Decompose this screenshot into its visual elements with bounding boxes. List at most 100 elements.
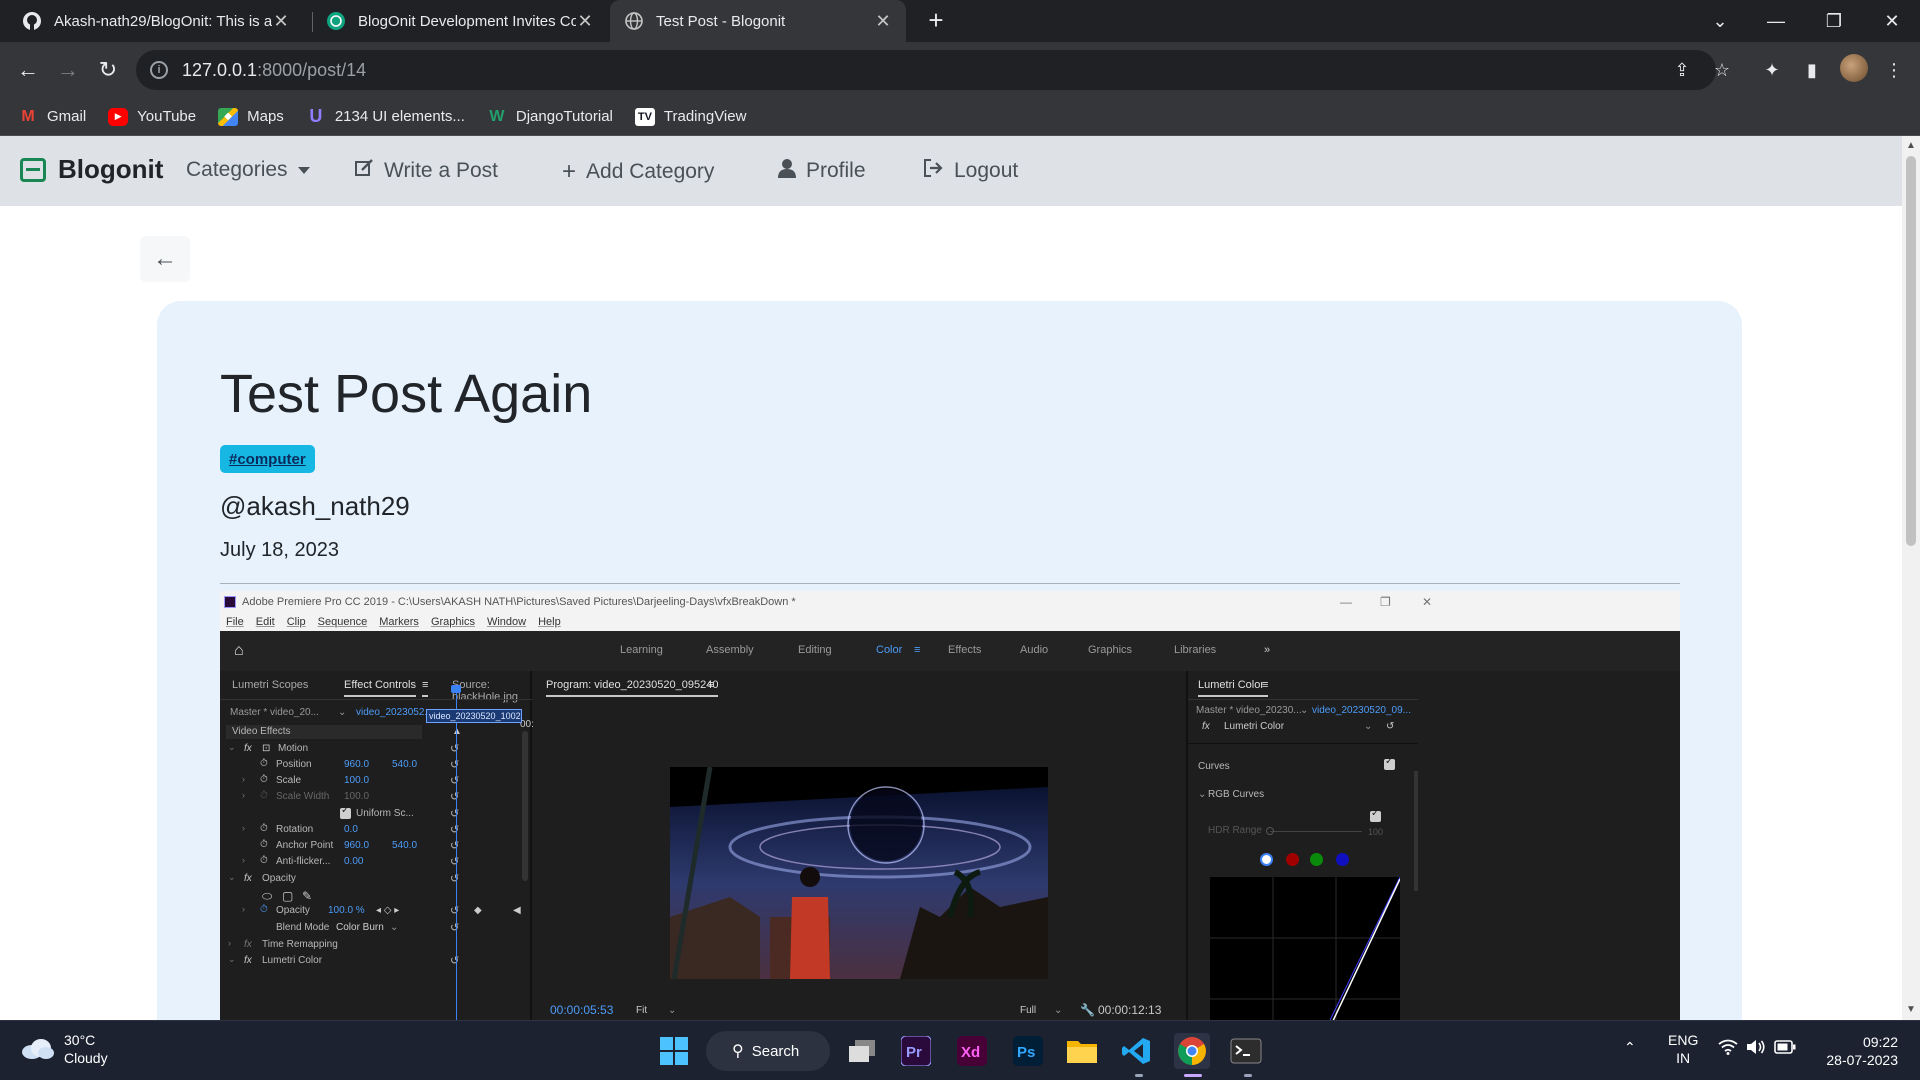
close-window-button[interactable]: ✕ [1864, 0, 1920, 42]
svg-text:Pr: Pr [906, 1044, 922, 1061]
bookmark-gmail[interactable]: M Gmail [18, 108, 86, 126]
adobe-xd-icon[interactable]: Xd [954, 1033, 990, 1069]
post-card: Test Post Again #computer @akash_nath29 … [157, 301, 1742, 1020]
url-text: 127.0.0.1:8000/post/14 [182, 59, 367, 80]
wifi-icon[interactable] [1718, 1039, 1738, 1058]
nav-write-post[interactable]: Write a Post [354, 158, 498, 183]
uiverse-icon: U [309, 106, 323, 126]
back-button[interactable]: ← [140, 236, 190, 282]
brand-link[interactable]: Blogonit [20, 154, 163, 185]
caret-down-icon [297, 166, 310, 174]
browser-toolbar: ← → ↻ i 127.0.0.1:8000/post/14 ⇪ ☆ ✦ ▮ ⋮ [0, 42, 1920, 98]
category-tag[interactable]: #computer [220, 445, 315, 473]
arrow-left-icon: ← [153, 245, 177, 272]
new-tab-button[interactable]: + [922, 6, 950, 36]
site-info-icon[interactable]: i [150, 61, 168, 79]
close-icon[interactable]: ✕ [576, 11, 594, 32]
close-icon[interactable]: ✕ [272, 11, 290, 32]
bookmark-django[interactable]: W DjangoTutorial [487, 108, 613, 126]
minimize-button[interactable]: — [1748, 0, 1804, 42]
chevron-up-icon[interactable]: ⌃ [1624, 1039, 1636, 1056]
volume-icon[interactable] [1746, 1039, 1766, 1058]
playhead [456, 687, 457, 1020]
restore-button[interactable]: ❐ [1806, 0, 1862, 42]
nav-add-category[interactable]: + Add Category [562, 158, 714, 186]
tab-chatgpt[interactable]: BlogOnit Development Invites Co ✕ [312, 0, 608, 42]
bookmark-star-icon[interactable]: ☆ [1708, 56, 1736, 84]
terminal-icon[interactable] [1228, 1033, 1264, 1069]
svg-text:Ps: Ps [1017, 1044, 1035, 1061]
tab-github[interactable]: Akash-nath29/BlogOnit: This is an ✕ [8, 0, 304, 42]
globe-icon [624, 11, 644, 31]
reload-icon[interactable]: ↻ [94, 56, 122, 84]
gmail-icon: M [21, 107, 35, 125]
effect-controls-panel: Lumetri Scopes Effect Controls ≡ Source:… [220, 671, 600, 1020]
chatgpt-icon [326, 11, 346, 31]
chrome-icon[interactable] [1174, 1033, 1210, 1069]
premiere-workspaces-bar: ⌂ Learning Assembly Editing Color ≡ Effe… [220, 631, 1680, 671]
curves-graph [1210, 876, 1401, 1020]
language-indicator[interactable]: ENG IN [1668, 1031, 1698, 1067]
address-bar[interactable]: i 127.0.0.1:8000/post/14 [136, 50, 1716, 90]
taskbar-search[interactable]: ⚲ Search [706, 1031, 830, 1071]
back-arrow-icon[interactable]: ← [14, 56, 42, 84]
premiere-menu-bar: File Edit Clip Sequence Markers Graphics Windo… [220, 613, 1680, 631]
menu-icon: ≡ [914, 644, 921, 656]
post-image: Adobe Premiere Pro CC 2019 - C:\Users\AK… [220, 591, 1680, 1020]
edit-icon [354, 158, 374, 183]
divider [220, 583, 1680, 584]
premiere-pro-icon[interactable]: Pr [898, 1033, 934, 1069]
file-explorer-icon[interactable] [1064, 1033, 1100, 1069]
nav-profile[interactable]: Profile [778, 158, 866, 183]
svg-text:Xd: Xd [961, 1044, 980, 1061]
bookmark-youtube[interactable]: ▶ YouTube [108, 107, 196, 126]
playhead-marker [451, 685, 461, 693]
bookmark-tradingview[interactable]: TV TradingView [634, 107, 746, 126]
logout-icon [922, 158, 944, 183]
bookmark-maps[interactable]: ◆ Maps [218, 107, 284, 126]
photoshop-icon[interactable]: Ps [1010, 1033, 1046, 1069]
nav-categories-dropdown[interactable]: Categories [186, 158, 310, 182]
vscode-icon[interactable] [1118, 1033, 1154, 1069]
tab-search-chevron-icon[interactable]: ⌄ [1692, 0, 1748, 42]
page-viewport: Blogonit Categories Write a Post + Add C… [0, 136, 1902, 1020]
post-date: July 18, 2023 [220, 539, 339, 561]
system-clock[interactable]: 09:22 28-07-2023 [1818, 1033, 1898, 1069]
menu-icon: ≡ [422, 679, 429, 697]
share-icon[interactable]: ⇪ [1668, 56, 1696, 84]
close-icon[interactable]: ✕ [874, 11, 892, 32]
page-scrollbar[interactable]: ▲ ▼ [1902, 136, 1920, 1020]
running-indicator [1244, 1074, 1252, 1077]
side-panel-icon[interactable]: ▮ [1798, 56, 1826, 84]
tab-title: BlogOnit Development Invites Co [358, 12, 576, 30]
nav-logout[interactable]: Logout [922, 158, 1018, 183]
more-menu-icon[interactable]: ⋮ [1880, 56, 1908, 84]
task-view-icon[interactable] [844, 1033, 880, 1069]
close-icon: ✕ [1422, 595, 1433, 609]
post-author[interactable]: @akash_nath29 [220, 491, 410, 522]
user-icon [778, 158, 796, 183]
program-monitor-panel: Program: video_20230520_095240 ≡ 00:00:0… [534, 671, 1184, 1020]
search-icon: ⚲ [732, 1043, 744, 1060]
site-navbar: Blogonit Categories Write a Post + Add C… [0, 136, 1902, 206]
avatar[interactable] [1840, 54, 1868, 82]
battery-icon[interactable] [1774, 1040, 1796, 1057]
django-icon: W [489, 107, 505, 125]
post-title: Test Post Again [220, 364, 593, 424]
running-indicator [1135, 1074, 1143, 1077]
scrollbar-thumb[interactable] [1906, 156, 1916, 546]
home-icon: ⌂ [234, 642, 244, 659]
forward-arrow-icon[interactable]: → [54, 56, 82, 84]
tab-test-post[interactable]: Test Post - Blogonit ✕ [610, 0, 906, 42]
bookmarks-bar: M Gmail ▶ YouTube ◆ Maps U 2134 UI eleme… [0, 98, 1920, 136]
weather-widget[interactable]: 30°C Cloudy [20, 1031, 108, 1067]
extensions-icon[interactable]: ✦ [1758, 56, 1786, 84]
blogonit-logo-icon [20, 157, 46, 182]
browser-tab-strip: Akash-nath29/BlogOnit: This is an ✕ Blog… [0, 0, 1920, 42]
premiere-logo-icon [224, 596, 236, 608]
bookmark-uiverse[interactable]: U 2134 UI elements... [306, 106, 465, 126]
github-icon [22, 11, 42, 31]
start-icon[interactable] [656, 1033, 692, 1069]
timeline-clip: video_20230520_1002 [426, 709, 522, 723]
active-indicator [1184, 1074, 1202, 1077]
